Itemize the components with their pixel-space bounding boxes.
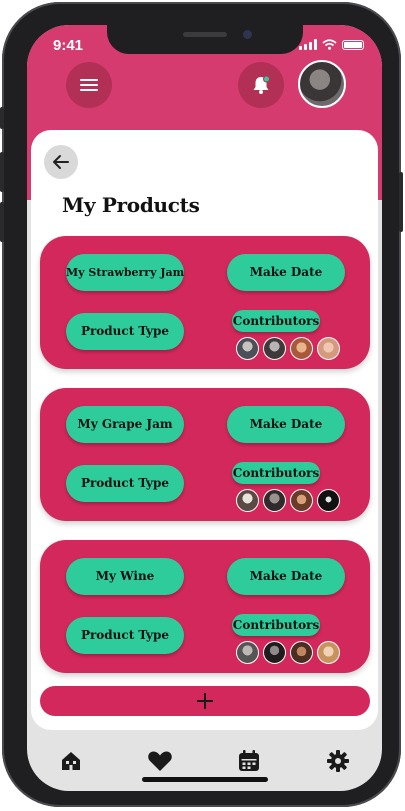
product-card[interactable]: My Wine Product Type Make Date Contribut… [40, 540, 370, 673]
add-product-button[interactable] [40, 686, 370, 716]
heart-icon [148, 751, 172, 771]
make-date-button[interactable]: Make Date [227, 406, 345, 443]
contributor-avatars [236, 337, 340, 360]
make-date-button[interactable]: Make Date [227, 558, 345, 595]
avatar[interactable] [263, 641, 286, 664]
make-date-button[interactable]: Make Date [227, 254, 345, 291]
avatar[interactable] [317, 337, 340, 360]
avatar[interactable] [236, 337, 259, 360]
tab-bar [27, 735, 382, 791]
back-button[interactable] [44, 145, 78, 179]
menu-icon [80, 76, 98, 94]
menu-button[interactable] [66, 62, 112, 108]
calendar-icon [238, 750, 259, 771]
product-name-button[interactable]: My Grape Jam [66, 406, 184, 443]
product-type-button[interactable]: Product Type [66, 617, 184, 654]
contributors-button[interactable]: Contributors [232, 462, 320, 484]
volume-down-button [0, 202, 4, 242]
page-title: My Products [62, 193, 200, 217]
contributor-avatars [236, 489, 340, 512]
plus-icon [197, 693, 213, 709]
avatar[interactable] [236, 489, 259, 512]
home-icon [62, 752, 81, 770]
avatar[interactable] [290, 489, 313, 512]
volume-up-button [0, 152, 4, 192]
tab-settings[interactable] [318, 749, 358, 779]
speaker [183, 32, 227, 37]
gear-icon [326, 750, 349, 772]
bell-icon [253, 75, 270, 94]
product-card[interactable]: My Strawberry Jam Product Type Make Date… [40, 236, 370, 369]
mute-switch [0, 107, 4, 129]
wifi-icon [322, 39, 337, 50]
product-type-button[interactable]: Product Type [66, 313, 184, 350]
screen: 9:41 My Products My Strawberry Jam Produ… [27, 25, 382, 791]
product-name-button[interactable]: My Wine [66, 558, 184, 595]
avatar[interactable] [290, 337, 313, 360]
avatar[interactable] [263, 337, 286, 360]
signal-icon [299, 39, 317, 50]
status-time: 9:41 [53, 37, 84, 54]
product-card[interactable]: My Grape Jam Product Type Make Date Cont… [40, 388, 370, 521]
arrow-left-icon [53, 155, 69, 169]
product-type-button[interactable]: Product Type [66, 465, 184, 502]
battery-icon [342, 39, 364, 50]
notch [107, 25, 303, 54]
tab-home[interactable] [51, 749, 91, 779]
contributors-button[interactable]: Contributors [232, 310, 320, 332]
tab-favorites[interactable] [140, 749, 180, 779]
camera [243, 30, 252, 39]
contributors-button[interactable]: Contributors [232, 614, 320, 636]
contributor-avatars [236, 641, 340, 664]
profile-avatar[interactable] [298, 60, 346, 108]
tab-calendar[interactable] [229, 749, 269, 779]
product-name-button[interactable]: My Strawberry Jam [66, 254, 184, 291]
avatar[interactable] [236, 641, 259, 664]
avatar[interactable] [317, 641, 340, 664]
home-indicator [142, 777, 268, 782]
notifications-button[interactable] [238, 62, 284, 108]
status-icons [299, 39, 364, 50]
avatar[interactable] [317, 489, 340, 512]
power-button [399, 172, 403, 232]
avatar[interactable] [290, 641, 313, 664]
avatar[interactable] [263, 489, 286, 512]
